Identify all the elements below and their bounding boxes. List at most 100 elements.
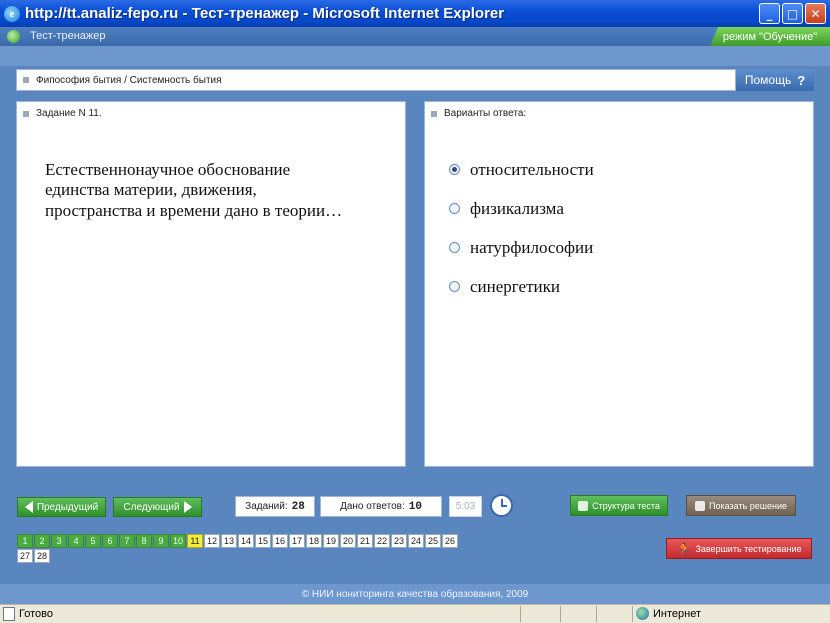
task-number-cell[interactable]: 28 [34,549,50,563]
help-label: Помощь [744,73,792,87]
header-stripe [0,46,830,66]
status-left: Готово [3,607,53,621]
tasks-counter-label: Заданий: [245,501,288,512]
task-number-cell[interactable]: 5 [85,534,101,548]
security-zone: Интернет [636,607,701,620]
task-number-cell[interactable]: 18 [306,534,322,548]
bullet-square-icon [23,77,29,83]
tasks-counter-value: 28 [291,500,305,513]
task-number-cell[interactable]: 12 [204,534,220,548]
status-divider [560,606,561,622]
task-panel: Задание N 11. Естественнонаучное обоснов… [16,101,406,467]
show-solution-button[interactable]: Показать решение [686,495,796,516]
answer-options: относительности физикализма натурфилософ… [449,150,594,306]
task-number-cell[interactable]: 14 [238,534,254,548]
task-number-cell[interactable]: 24 [408,534,424,548]
task-header: Задание N 11. [23,108,102,119]
task-number-grid: 1 2 3 4 5 6 7 8 9 10 11 12 13 14 15 16 17 18 19 20 21 22 23 24 2… [17,534,462,563]
task-number-cell[interactable]: 3 [51,534,67,548]
task-number-cell[interactable]: 23 [391,534,407,548]
answers-counter: Дано ответов: 10 [320,496,442,517]
answers-header: Варианты ответа: [431,108,526,119]
task-number-cell[interactable]: 11 [187,534,203,548]
answer-label: физикализма [470,198,564,218]
task-number-cell[interactable]: 7 [119,534,135,548]
task-number-cell[interactable]: 2 [34,534,50,548]
task-number-cell[interactable]: 8 [136,534,152,548]
task-number-cell[interactable]: 15 [255,534,271,548]
answer-option[interactable]: относительности [449,150,594,189]
task-number-cell[interactable]: 4 [68,534,84,548]
answer-option[interactable]: натурфилософии [449,228,594,267]
window-controls: _ □ ✕ [759,3,826,24]
runner-icon: 🏃 [676,541,692,556]
question-text: Естественнонаучное обоснование единства … [45,160,343,220]
app-logo-icon [7,30,20,43]
timer-display: 5:03 [449,496,482,517]
list-icon [578,500,589,511]
task-number-cell[interactable]: 16 [272,534,288,548]
task-number-cell[interactable]: 19 [323,534,339,548]
radio-button[interactable] [449,203,460,214]
app-title: Тест-тренажер [30,30,106,42]
finish-test-label: Завершить тестирование [695,543,802,554]
mode-badge: режим "Обучение" [710,27,830,46]
answer-option[interactable]: физикализма [449,189,594,228]
task-number-cell[interactable]: 20 [340,534,356,548]
previous-button[interactable]: Предыдущий [17,497,106,517]
answer-label: синергетики [470,276,560,296]
book-icon [695,500,705,511]
app-header: Тест-тренажер режим "Обучение" [0,27,830,46]
arrow-right-icon [183,501,192,513]
close-button[interactable]: ✕ [805,3,826,24]
next-label: Следующий [123,501,180,513]
status-divider [632,606,633,622]
window-title-bar: e http://tt.analiz-fepo.ru - Тест-тренаж… [0,0,830,27]
tasks-counter: Заданий: 28 [235,496,315,517]
task-number-cell[interactable]: 21 [357,534,373,548]
bullet-square-icon [23,110,29,117]
internet-explorer-icon: e [4,5,20,22]
next-button[interactable]: Следующий [113,497,202,517]
task-number: Задание N 11. [36,108,102,119]
minimize-button[interactable]: _ [759,3,780,24]
task-number-cell[interactable]: 22 [374,534,390,548]
bullet-square-icon [431,110,437,117]
answers-title: Варианты ответа: [444,108,527,119]
answers-panel: Варианты ответа: относительности физикал… [424,101,814,467]
answer-option[interactable]: синергетики [449,267,594,306]
task-number-cell[interactable]: 6 [102,534,118,548]
task-number-cell[interactable]: 17 [289,534,305,548]
question-icon: ? [797,72,806,88]
zone-text: Интернет [653,607,701,620]
radio-button[interactable] [449,242,460,253]
previous-label: Предыдущий [36,501,99,513]
status-text: Готово [19,608,53,620]
answers-counter-value: 10 [408,500,422,513]
answer-label: натурфилософии [470,237,594,257]
test-structure-label: Структура теста [592,500,660,511]
show-solution-label: Показать решение [709,500,787,511]
copyright-footer: © НИИ нониторинга качества образования, … [0,584,830,604]
answers-counter-label: Дано ответов: [340,501,405,512]
arrow-left-icon [24,501,33,513]
task-number-cell[interactable]: 27 [17,549,33,563]
clock-icon [490,494,513,517]
globe-icon [636,607,649,620]
task-number-cell[interactable]: 9 [153,534,169,548]
radio-button[interactable] [449,281,460,292]
help-button[interactable]: Помощь ? [736,69,814,91]
task-number-cell[interactable]: 26 [442,534,458,548]
task-number-cell[interactable]: 10 [170,534,186,548]
task-number-cell[interactable]: 1 [17,534,33,548]
window-title: http://tt.analiz-fepo.ru - Тест-тренажер… [25,5,505,22]
page-icon [3,607,15,621]
maximize-button[interactable]: □ [782,3,803,24]
answer-label: относительности [470,159,594,179]
task-number-cell[interactable]: 13 [221,534,237,548]
task-number-cell[interactable]: 25 [425,534,441,548]
radio-button[interactable] [449,164,460,175]
finish-test-button[interactable]: 🏃 Завершить тестирование [666,538,812,559]
status-divider [596,606,597,622]
test-structure-button[interactable]: Структура теста [570,495,668,516]
